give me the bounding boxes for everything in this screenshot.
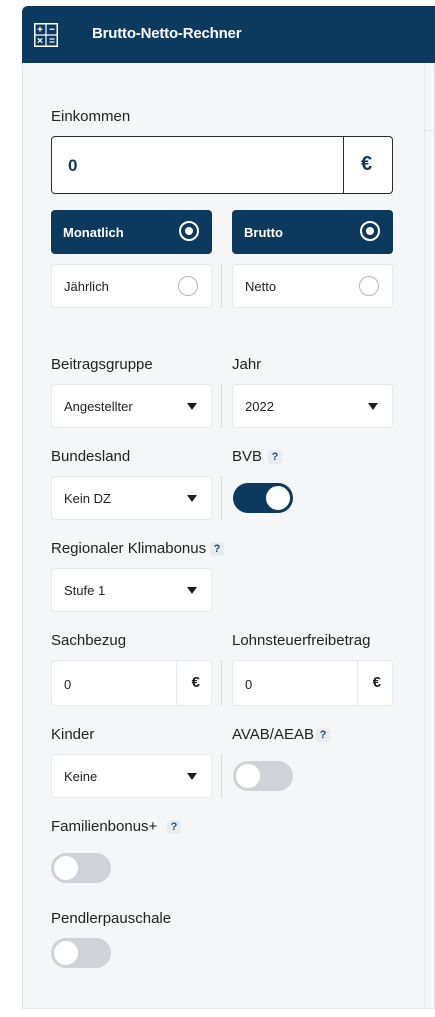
caret-down-icon xyxy=(187,773,197,780)
divider xyxy=(221,660,222,706)
radio-unselected-icon xyxy=(178,276,198,296)
radio-selected-icon xyxy=(360,221,380,241)
help-icon[interactable]: ? xyxy=(167,820,181,834)
kinder-label: Kinder xyxy=(51,726,95,743)
caret-down-icon xyxy=(187,403,197,410)
pendler-toggle[interactable] xyxy=(51,938,111,968)
bundesland-select[interactable]: Kein DZ xyxy=(51,476,212,520)
select-value: Keine xyxy=(64,768,98,784)
header-bar: Brutto-Netto-Rechner xyxy=(22,6,435,63)
help-icon[interactable]: ? xyxy=(210,542,224,556)
option-monatlich[interactable]: Monatlich xyxy=(51,210,212,254)
divider xyxy=(357,661,358,705)
radio-unselected-icon xyxy=(359,276,379,296)
option-jaehrlich[interactable]: Jährlich xyxy=(51,264,212,308)
avab-label: AVAB/AEAB xyxy=(232,726,314,743)
jahr-select[interactable]: 2022 xyxy=(232,384,393,428)
caret-down-icon xyxy=(187,587,197,594)
familienbonus-toggle[interactable] xyxy=(51,853,111,883)
divider xyxy=(176,661,177,705)
sachbezug-input[interactable]: 0 € xyxy=(51,660,212,706)
divider xyxy=(221,476,222,520)
divider xyxy=(424,130,435,131)
klimabonus-select[interactable]: Stufe 1 xyxy=(51,568,212,612)
help-icon[interactable]: ? xyxy=(316,728,330,742)
select-value: 2022 xyxy=(245,398,274,414)
klimabonus-label: Regionaler Klimabonus xyxy=(51,540,207,557)
kinder-select[interactable]: Keine xyxy=(51,754,212,798)
option-label: Monatlich xyxy=(63,224,124,240)
option-label: Netto xyxy=(245,278,277,294)
divider xyxy=(424,63,425,1009)
radio-selected-icon xyxy=(179,221,199,241)
lohnsteuer-label: Lohnsteuerfreibetrag xyxy=(232,632,371,649)
euro-icon: € xyxy=(191,674,200,691)
toggle-knob xyxy=(236,764,260,788)
option-brutto[interactable]: Brutto xyxy=(232,210,393,254)
bvb-toggle[interactable] xyxy=(233,483,293,513)
option-label: Jährlich xyxy=(64,278,109,294)
lohnsteuer-input[interactable]: 0 € xyxy=(232,660,393,706)
pendler-label: Pendlerpauschale xyxy=(51,910,172,927)
caret-down-icon xyxy=(368,403,378,410)
help-icon[interactable]: ? xyxy=(268,450,282,464)
euro-icon: € xyxy=(372,674,381,691)
euro-icon: € xyxy=(361,153,373,175)
select-value: Stufe 1 xyxy=(64,582,106,598)
select-value: Kein DZ xyxy=(64,490,111,506)
toggle-knob xyxy=(54,856,78,880)
bvb-label: BVB xyxy=(232,448,263,465)
select-value: Angestellter xyxy=(64,398,133,414)
bundesland-label: Bundesland xyxy=(51,448,131,465)
avab-toggle[interactable] xyxy=(233,761,293,791)
page-title: Brutto-Netto-Rechner xyxy=(92,25,242,42)
toggle-knob xyxy=(54,941,78,965)
divider xyxy=(343,137,344,193)
input-value: 0 xyxy=(64,677,72,692)
sachbezug-label: Sachbezug xyxy=(51,632,127,649)
input-value: 0 xyxy=(245,677,253,692)
beitragsgruppe-select[interactable]: Angestellter xyxy=(51,384,212,428)
option-label: Brutto xyxy=(244,224,283,240)
income-input[interactable]: 0 € xyxy=(51,136,393,194)
income-label: Einkommen xyxy=(51,108,131,125)
jahr-label: Jahr xyxy=(232,356,262,373)
caret-down-icon xyxy=(187,495,197,502)
income-value: 0 xyxy=(68,156,78,175)
option-netto[interactable]: Netto xyxy=(232,264,393,308)
divider xyxy=(221,384,222,428)
toggle-knob xyxy=(266,486,290,510)
divider xyxy=(221,264,222,308)
familienbonus-label: Familienbonus+ xyxy=(51,818,158,835)
calculator-icon xyxy=(34,23,58,47)
beitragsgruppe-label: Beitragsgruppe xyxy=(51,356,153,373)
divider xyxy=(221,754,222,798)
